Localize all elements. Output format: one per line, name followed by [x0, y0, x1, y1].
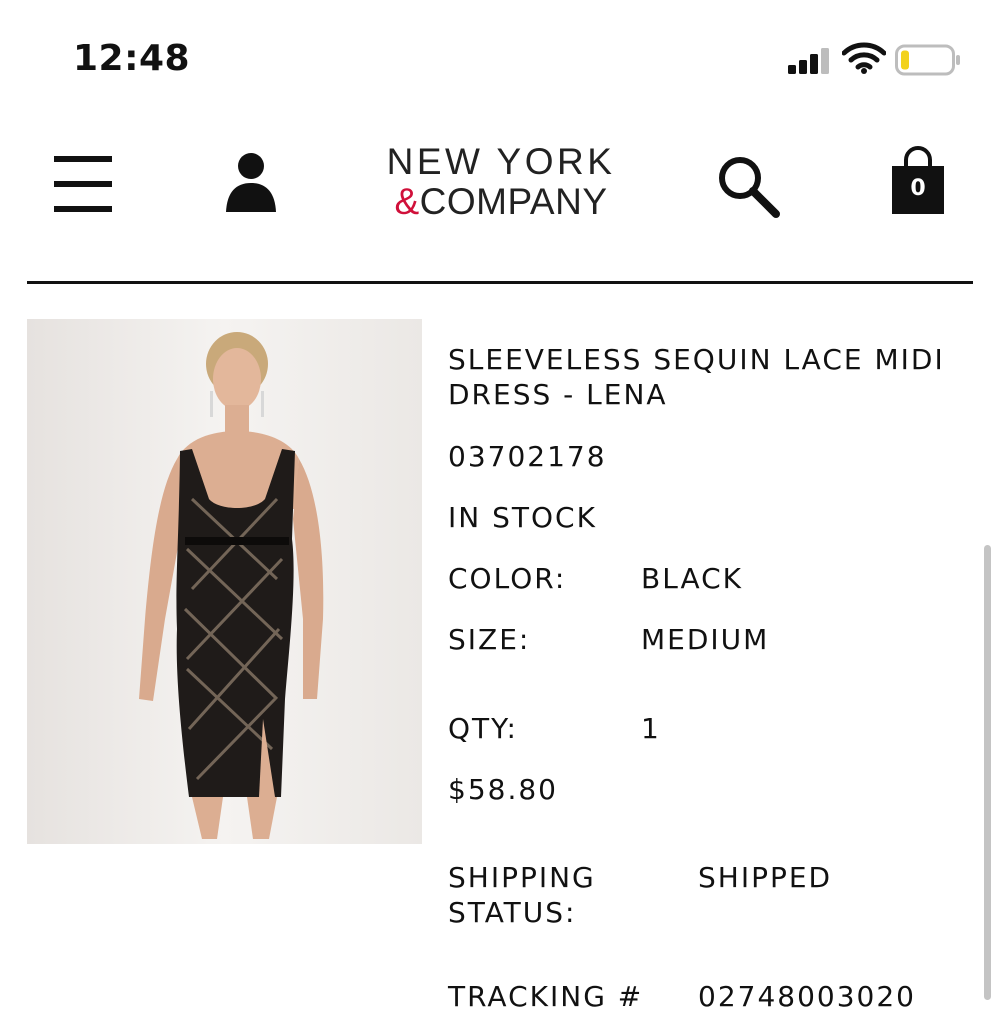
product-title: SLEEVELESS SEQUIN LACE MIDI DRESS - LENA: [448, 343, 945, 411]
product-price: $58.80: [448, 773, 558, 806]
logo-company: COMPANY: [419, 181, 608, 222]
size-value: MEDIUM: [641, 623, 770, 656]
logo-line2: &COMPANY: [376, 182, 626, 222]
battery-low-icon: [895, 44, 960, 76]
search-button[interactable]: [716, 154, 782, 220]
dress-model-photo: [27, 319, 422, 844]
status-time: 12:48: [73, 38, 191, 79]
tracking-number[interactable]: 02748003020: [698, 980, 916, 1013]
search-icon: [719, 157, 780, 218]
cart-count: 0: [910, 176, 926, 201]
status-bar: 12:48: [0, 0, 1000, 110]
cart-button[interactable]: 0: [888, 146, 948, 218]
top-navigation: NEW YORK &COMPANY 0: [0, 130, 1000, 240]
qty-value: 1: [641, 712, 661, 745]
brand-logo[interactable]: NEW YORK &COMPANY: [376, 142, 626, 222]
hamburger-menu-icon: [54, 156, 112, 212]
header-divider: [27, 281, 973, 284]
product-sku: 03702178: [448, 440, 607, 473]
size-label: SIZE:: [448, 623, 531, 656]
user-icon: [226, 153, 276, 212]
wifi-icon: [842, 42, 886, 74]
logo-line1: NEW YORK: [386, 141, 616, 182]
scrollbar[interactable]: [984, 545, 991, 1000]
tracking-label: TRACKING #: [448, 980, 644, 1013]
product-image[interactable]: [27, 319, 422, 844]
menu-button[interactable]: [54, 156, 112, 214]
stock-status: IN STOCK: [448, 501, 597, 534]
color-value: BLACK: [641, 562, 744, 595]
logo-ampersand: &: [394, 181, 420, 222]
cellular-signal-icon: [788, 48, 829, 74]
qty-label: QTY:: [448, 712, 518, 745]
account-button[interactable]: [224, 152, 278, 216]
shipping-status-label: SHIPPING STATUS:: [448, 861, 596, 929]
shipping-status-value: SHIPPED: [698, 861, 833, 894]
color-label: COLOR:: [448, 562, 567, 595]
